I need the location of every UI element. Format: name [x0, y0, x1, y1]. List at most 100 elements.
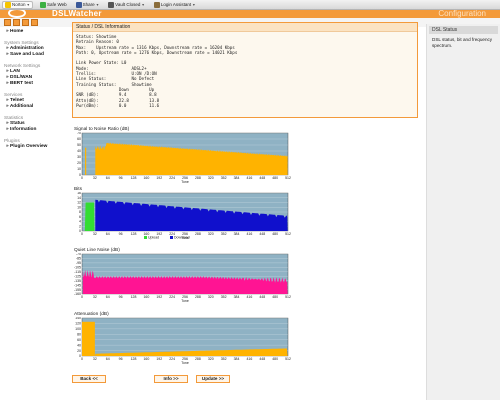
sidebar-item-bert-test[interactable]: BERT test — [4, 81, 66, 87]
attn-y-tick: 80 — [77, 332, 81, 336]
share-button[interactable]: Share ▼ — [74, 1, 101, 9]
qln-chart: -70 -85 -95 -105 -115 -125 -135 -145 -155 -160 0 32… — [72, 253, 292, 303]
attn-chart: 140 120 100 80 60 40 20 0 0 32 64 96 128 160 192 224 256… — [72, 317, 292, 365]
qln-x-tick: 64 — [106, 295, 110, 299]
qln-x-tick: 96 — [119, 295, 123, 299]
qln-y-tick: -85 — [76, 257, 81, 261]
snr-y-tick: 40 — [77, 149, 81, 153]
qln-y-tick: -155 — [74, 288, 81, 292]
norton-label: Norton — [12, 2, 26, 7]
bits-x-tick: 448 — [259, 232, 265, 236]
qln-x-tick: 480 — [272, 295, 278, 299]
sidebar-item-home[interactable]: Home — [4, 29, 66, 35]
qln-y-tick: -145 — [74, 283, 81, 287]
bits-y-tick: 14 — [77, 196, 81, 200]
attn-x-tick: 512 — [285, 357, 291, 361]
snr-y-tick: 50 — [77, 143, 81, 147]
qln-y-tick: -115 — [74, 270, 81, 274]
attn-y-tick: 100 — [75, 327, 81, 331]
attn-x-tick: 384 — [234, 357, 240, 361]
language-button-1[interactable] — [4, 19, 11, 26]
attn-x-tick: 192 — [156, 357, 162, 361]
snr-x-tick: 288 — [195, 176, 201, 180]
language-button-4[interactable] — [31, 19, 38, 26]
snr-x-tick: 160 — [143, 176, 149, 180]
language-button-3[interactable] — [22, 19, 29, 26]
bits-x-tick: 32 — [93, 232, 97, 236]
snr-x-tick: 480 — [272, 176, 278, 180]
qln-x-tick: 320 — [208, 295, 214, 299]
attn-x-tick: 480 — [272, 357, 278, 361]
bits-y-tick: 2 — [79, 224, 81, 228]
sidebar-item-save-load[interactable]: Save and Load — [4, 52, 66, 58]
attn-x-tick: 288 — [195, 357, 201, 361]
snr-x-tick: 192 — [156, 176, 162, 180]
logo-icon — [8, 10, 26, 18]
info-button[interactable]: Info >> — [154, 375, 188, 383]
qln-y-tick: -160 — [74, 292, 81, 296]
snr-x-tick: 64 — [106, 176, 110, 180]
bits-chart: 16 14 12 10 8 6 4 2 0 0 32 64 96 128 160 192 224 256 288 32… — [72, 192, 292, 248]
chevron-down-icon: ▼ — [141, 2, 145, 7]
help-panel: DSL Status DSL status, bit and frequency… — [426, 24, 500, 400]
bits-x-tick: 416 — [246, 232, 252, 236]
language-button-2[interactable] — [13, 19, 20, 26]
sidebar-item-plugin-overview[interactable]: Plugin Overview — [4, 144, 66, 150]
bits-x-tick: 64 — [106, 232, 110, 236]
qln-y-tick: -125 — [74, 274, 81, 278]
attn-y-tick: 40 — [77, 343, 81, 347]
bits-y-tick: 12 — [77, 201, 81, 205]
bits-y-tick: 6 — [79, 215, 81, 219]
attn-x-tick: 448 — [259, 357, 265, 361]
snr-x-tick: 96 — [119, 176, 123, 180]
attn-x-tick: 64 — [106, 357, 110, 361]
status-text: Status: Showtime Retrain Reason: 0 Max: … — [76, 34, 238, 108]
attn-x-tick: 352 — [221, 357, 227, 361]
header-subtitle: Configuration — [438, 10, 486, 18]
norton-button[interactable]: Norton ▼ — [2, 0, 33, 9]
help-text: DSL status, bit and frequency spectrum. — [432, 37, 493, 48]
back-button[interactable]: Back << — [72, 375, 106, 383]
snr-x-tick: 384 — [234, 176, 240, 180]
chevron-down-icon: ▼ — [192, 2, 196, 7]
bits-x-tick: 0 — [81, 232, 83, 236]
bits-x-tick: 512 — [285, 232, 291, 236]
sidebar-item-additional[interactable]: Additional — [4, 104, 66, 110]
safe-web-label: Safe Web — [46, 2, 67, 7]
attn-x-tick: 320 — [208, 357, 214, 361]
facebook-icon — [75, 1, 82, 8]
safe-web-button[interactable]: Safe Web — [38, 1, 69, 9]
vault-button[interactable]: Vault Closed ▼ — [106, 1, 147, 9]
attn-x-tick: 0 — [81, 357, 83, 361]
attn-upstream-block — [82, 321, 95, 356]
bits-x-tick: 96 — [119, 232, 123, 236]
qln-x-tick: 512 — [285, 295, 291, 299]
share-label: Share — [82, 2, 95, 7]
snr-y-tick: 60 — [77, 137, 81, 141]
snr-x-label: Tone — [181, 180, 189, 184]
snr-y-tick: 20 — [77, 161, 81, 165]
chevron-down-icon: ▼ — [95, 2, 100, 7]
snr-x-tick: 352 — [221, 176, 227, 180]
login-assistant-button[interactable]: Login Assistant ▼ — [152, 1, 198, 9]
snr-x-tick: 448 — [259, 176, 265, 180]
attn-x-tick: 128 — [131, 357, 137, 361]
snr-x-tick: 0 — [81, 176, 83, 180]
qln-x-tick: 288 — [195, 295, 201, 299]
app-header: DSLWatcher Configuration — [0, 10, 500, 18]
vault-icon — [108, 1, 115, 8]
attn-x-tick: 160 — [143, 357, 149, 361]
brand-title: DSLWatcher — [52, 10, 102, 18]
bits-y-tick: 8 — [79, 210, 81, 214]
bits-legend-label: Download — [174, 236, 190, 240]
bits-y-tick: 4 — [79, 220, 81, 224]
qln-x-tick: 448 — [259, 295, 265, 299]
bits-y-tick: 10 — [77, 205, 81, 209]
dsl-status-box: Status / DSL Information Status: Showtim… — [72, 22, 418, 118]
bits-x-tick: 288 — [195, 232, 201, 236]
qln-y-tick: -95 — [76, 261, 81, 265]
update-button[interactable]: Update >> — [196, 375, 230, 383]
sidebar-item-information[interactable]: Information — [4, 127, 66, 133]
login-icon — [153, 1, 160, 8]
bits-upload-series — [84, 202, 95, 231]
